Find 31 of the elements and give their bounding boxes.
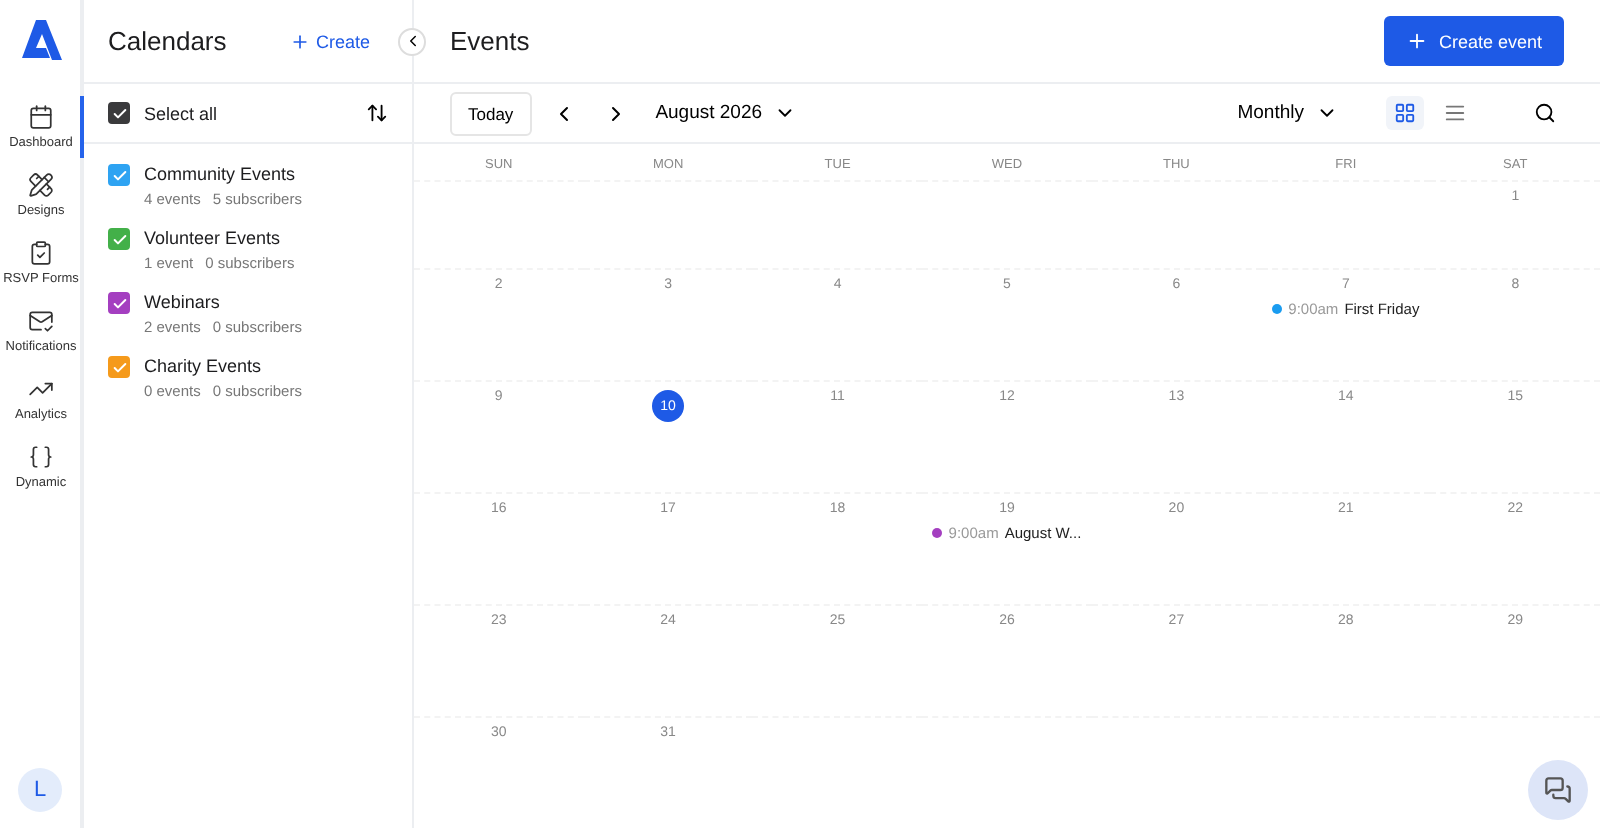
chat-icon [1544, 776, 1572, 804]
notifications-icon [28, 308, 54, 334]
avatar[interactable]: L [18, 768, 62, 812]
calendar-name: Charity Events [144, 356, 264, 376]
collapse-button[interactable] [398, 27, 426, 55]
checkbox[interactable] [108, 228, 130, 250]
view-mode-dropdown[interactable]: Monthly [1229, 102, 1346, 124]
plus-icon [1406, 30, 1429, 52]
month-dropdown[interactable]: August 2026 [647, 102, 805, 124]
forms-icon [28, 240, 54, 266]
grid-view-icon[interactable] [1386, 96, 1424, 130]
designs-icon [28, 172, 54, 198]
dynamic-icon [28, 444, 54, 470]
calendar-name: Volunteer Events [144, 228, 283, 248]
calendar-name: Webinars [144, 292, 222, 312]
checkbox[interactable] [108, 102, 130, 124]
plus-icon [289, 31, 310, 51]
logo-icon [18, 20, 62, 60]
page-title: Events [450, 26, 530, 56]
today-button[interactable]: Today [450, 91, 532, 135]
checkbox[interactable] [108, 292, 130, 314]
dashboard-icon [28, 104, 54, 130]
panel-title: Calendars [108, 26, 227, 56]
sort-icon[interactable] [366, 102, 388, 124]
calendar-name: Community Events [144, 164, 298, 184]
checkbox[interactable] [108, 356, 130, 378]
select-all-label: Select all [144, 103, 218, 123]
chat-button[interactable] [1528, 760, 1588, 820]
create-link[interactable]: Create [277, 29, 382, 53]
create-event-button[interactable]: Create event [1384, 16, 1564, 66]
checkbox[interactable] [108, 164, 130, 186]
